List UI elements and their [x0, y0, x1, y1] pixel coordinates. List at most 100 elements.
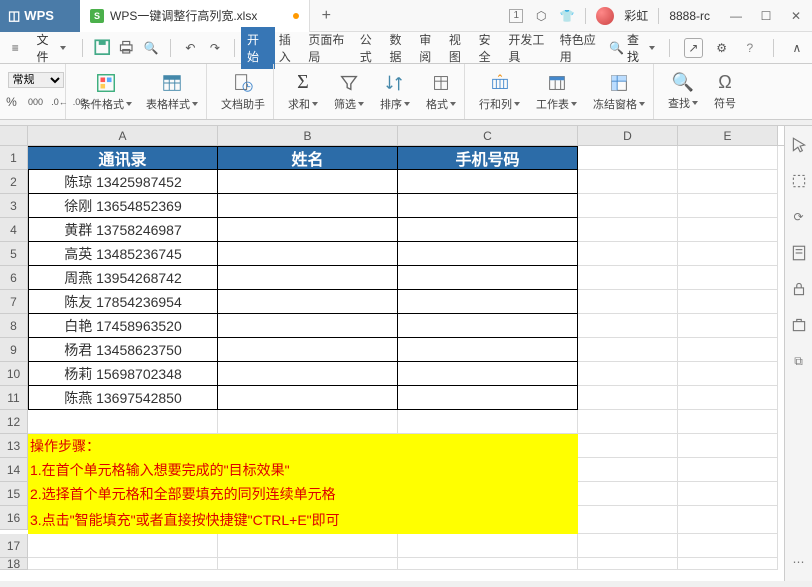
instruction-step[interactable]: 1.在首个单元格输入想要完成的"目标效果": [28, 458, 578, 482]
instruction-step[interactable]: 3.点击"智能填充"或者直接按快捷键"CTRL+E"即可: [28, 506, 578, 534]
cell[interactable]: [398, 242, 578, 266]
col-header-d[interactable]: D: [578, 126, 678, 145]
tab-review[interactable]: 审阅: [415, 27, 445, 69]
cell[interactable]: 杨君 13458623750: [28, 338, 218, 362]
format-button[interactable]: 格式: [422, 72, 460, 112]
undo-icon[interactable]: ↶: [181, 38, 199, 58]
row-header[interactable]: 6: [0, 266, 28, 290]
cell[interactable]: [578, 146, 678, 170]
cell[interactable]: 白艳 17458963520: [28, 314, 218, 338]
cell[interactable]: 黄群 13758246987: [28, 218, 218, 242]
cell[interactable]: [578, 362, 678, 386]
maximize-icon[interactable]: ☐: [758, 8, 774, 24]
cell[interactable]: [218, 194, 398, 218]
cell[interactable]: [578, 314, 678, 338]
cell[interactable]: 陈琼 13425987452: [28, 170, 218, 194]
lock-icon[interactable]: [790, 280, 808, 298]
cell[interactable]: 姓名: [218, 146, 398, 170]
row-header[interactable]: 3: [0, 194, 28, 218]
cell[interactable]: 通讯录: [28, 146, 218, 170]
hex-icon[interactable]: ⬡: [533, 8, 549, 24]
filter-button[interactable]: 筛选: [330, 72, 368, 112]
cell[interactable]: [678, 290, 778, 314]
tab-formula[interactable]: 公式: [356, 27, 386, 69]
cell[interactable]: [398, 386, 578, 410]
preview-icon[interactable]: 🔍: [142, 38, 160, 58]
collapse-ribbon-icon[interactable]: ∧: [788, 38, 806, 58]
cell[interactable]: [218, 290, 398, 314]
tab-devtools[interactable]: 开发工具: [504, 27, 555, 69]
tab-insert[interactable]: 插入: [275, 27, 305, 69]
cell[interactable]: [578, 386, 678, 410]
cell[interactable]: [678, 386, 778, 410]
cell[interactable]: [578, 338, 678, 362]
row-header[interactable]: 7: [0, 290, 28, 314]
more-icon[interactable]: ⋯: [790, 553, 808, 571]
cursor-icon[interactable]: [790, 136, 808, 154]
tab-start[interactable]: 开始: [241, 27, 275, 69]
cell[interactable]: [578, 170, 678, 194]
minimize-icon[interactable]: ―: [728, 8, 744, 24]
sum-button[interactable]: Σ 求和: [284, 71, 322, 112]
comma-icon[interactable]: 000: [26, 92, 46, 112]
cell[interactable]: [678, 362, 778, 386]
cell[interactable]: [578, 242, 678, 266]
freeze-button[interactable]: 冻结窗格: [589, 72, 649, 112]
cell[interactable]: [678, 266, 778, 290]
cell[interactable]: [218, 314, 398, 338]
cell[interactable]: [218, 170, 398, 194]
cell[interactable]: [398, 170, 578, 194]
percent-icon[interactable]: %: [2, 92, 22, 112]
cell[interactable]: [218, 242, 398, 266]
cell[interactable]: [218, 362, 398, 386]
col-header-e[interactable]: E: [678, 126, 778, 145]
file-menu[interactable]: 文件: [30, 29, 72, 67]
cell[interactable]: 周燕 13954268742: [28, 266, 218, 290]
cell[interactable]: [218, 386, 398, 410]
backup-icon[interactable]: [790, 316, 808, 334]
save-icon[interactable]: [93, 38, 111, 58]
print-icon[interactable]: [117, 38, 135, 58]
cell[interactable]: [398, 290, 578, 314]
attach-icon[interactable]: ⧉: [790, 352, 808, 370]
select-all-corner[interactable]: [0, 126, 28, 145]
sheet-grid[interactable]: A B C D E 1 通讯录 姓名 手机号码 2陈琼 134259874523…: [0, 126, 784, 581]
cell[interactable]: [578, 290, 678, 314]
avatar[interactable]: [596, 7, 614, 25]
find-button[interactable]: 🔍 查找: [664, 72, 702, 111]
app-menu-icon[interactable]: ≡: [6, 38, 24, 58]
worksheet-button[interactable]: 工作表: [532, 72, 581, 112]
tab-special[interactable]: 特色应用: [556, 27, 607, 69]
cell[interactable]: [578, 194, 678, 218]
cell[interactable]: [678, 170, 778, 194]
help-icon[interactable]: ?: [741, 38, 759, 58]
cell[interactable]: [678, 218, 778, 242]
row-header[interactable]: 1: [0, 146, 28, 170]
close-icon[interactable]: ✕: [788, 8, 804, 24]
cell[interactable]: 杨莉 15698702348: [28, 362, 218, 386]
cell[interactable]: [578, 266, 678, 290]
doc-helper-button[interactable]: 文档助手: [217, 72, 269, 112]
symbol-button[interactable]: Ω 符号: [710, 72, 740, 111]
redo-icon[interactable]: ↷: [206, 38, 224, 58]
instruction-step[interactable]: 2.选择首个单元格和全部要填充的同列连续单元格: [28, 482, 578, 506]
search-button[interactable]: 🔍 查找: [609, 31, 655, 65]
cell[interactable]: 手机号码: [398, 146, 578, 170]
cell[interactable]: [398, 314, 578, 338]
cell[interactable]: [218, 266, 398, 290]
inc-decimal-icon[interactable]: .0←: [50, 92, 70, 112]
cell[interactable]: [398, 218, 578, 242]
cell[interactable]: [678, 194, 778, 218]
skin-icon[interactable]: 👕: [559, 8, 575, 24]
cell[interactable]: 陈燕 13697542850: [28, 386, 218, 410]
row-header[interactable]: 10: [0, 362, 28, 386]
cell[interactable]: [578, 218, 678, 242]
window-count-box[interactable]: 1: [509, 9, 523, 23]
row-header[interactable]: 11: [0, 386, 28, 410]
cell[interactable]: [678, 242, 778, 266]
row-header[interactable]: 8: [0, 314, 28, 338]
cell[interactable]: [398, 194, 578, 218]
table-style-button[interactable]: 表格样式: [142, 72, 202, 112]
settings-icon[interactable]: ⚙: [713, 38, 731, 58]
tab-view[interactable]: 视图: [445, 27, 475, 69]
